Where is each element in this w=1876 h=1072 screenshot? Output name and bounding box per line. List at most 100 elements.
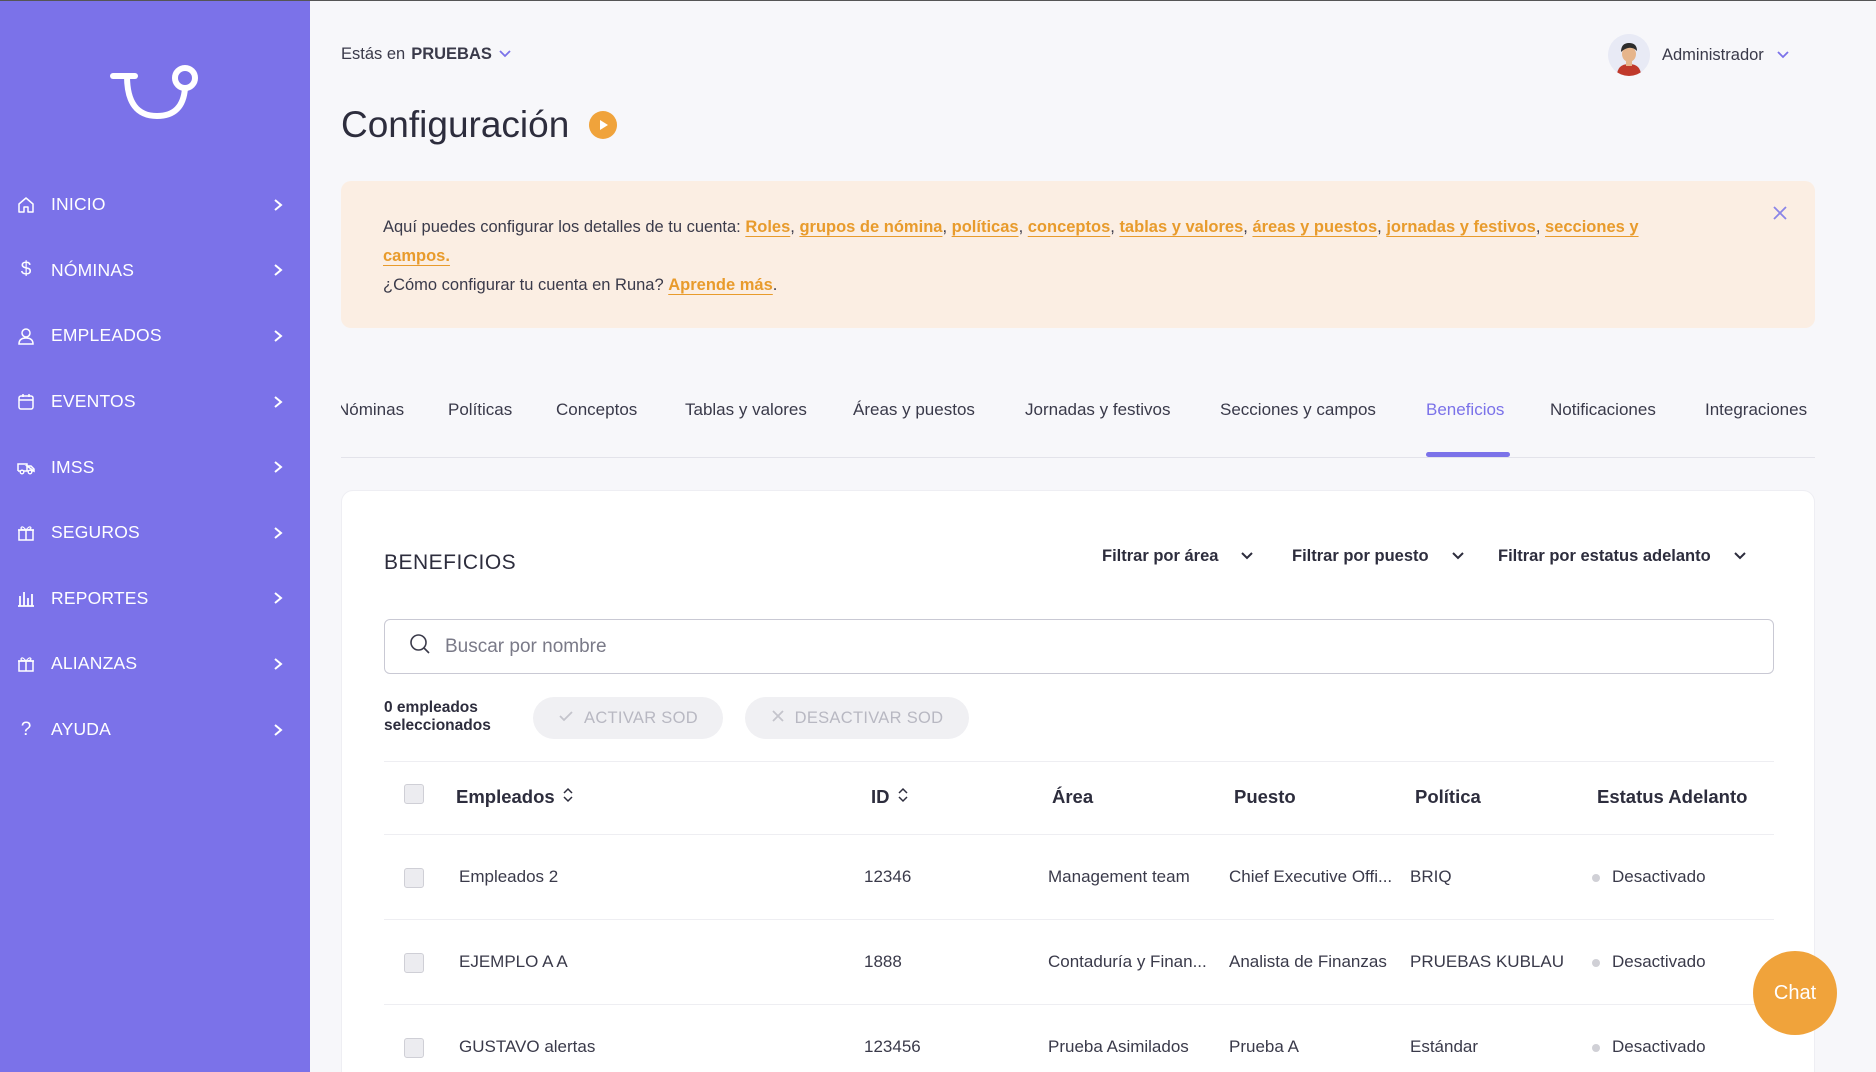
sidebar-item-nominas[interactable]: $ NÓMINAS [0, 238, 310, 304]
link-grupos-nomina[interactable]: grupos de nómina [799, 218, 942, 236]
sidebar-item-inicio[interactable]: INICIO [0, 172, 310, 238]
link-tablas-valores[interactable]: tablas y valores [1119, 218, 1243, 236]
sidebar-item-ayuda[interactable]: ? AYUDA [0, 697, 310, 763]
status-label: Desactivado [1612, 867, 1706, 886]
filter-area-dropdown[interactable]: Filtrar por área [1102, 547, 1254, 566]
sidebar-item-alianzas[interactable]: ALIANZAS [0, 631, 310, 697]
row-checkbox[interactable] [404, 953, 424, 973]
tab-tablas-valores[interactable]: Tablas y valores [685, 400, 807, 420]
close-icon[interactable] [1771, 203, 1789, 221]
calendar-icon [16, 392, 36, 412]
search-icon [409, 633, 431, 660]
tab-conceptos[interactable]: Conceptos [556, 400, 637, 420]
runa-logo[interactable] [105, 58, 205, 128]
section-title: BENEFICIOS [384, 551, 517, 574]
column-estatus-adelanto: Estatus Adelanto [1597, 786, 1748, 807]
sidebar: INICIO $ NÓMINAS EMPLEADOS EVENTOS IMSS … [0, 0, 310, 1072]
row-checkbox[interactable] [404, 868, 424, 888]
row-checkbox[interactable] [404, 1038, 424, 1058]
cell-politica: PRUEBAS KUBLAU [1410, 952, 1564, 971]
chevron-right-icon [271, 198, 285, 212]
sort-icon [563, 786, 573, 808]
sidebar-item-label: SEGUROS [51, 522, 140, 543]
user-menu[interactable]: Administrador [1608, 34, 1790, 76]
question-icon: ? [20, 718, 32, 740]
sidebar-item-imss[interactable]: IMSS [0, 434, 310, 500]
column-label: Empleados [456, 786, 555, 807]
info-notice: Aquí puedes configurar los detalles de t… [341, 181, 1815, 328]
link-politicas[interactable]: políticas [952, 218, 1019, 236]
notice-suffix: . [772, 276, 778, 294]
environment-selector[interactable]: Estás en PRUEBAS [341, 45, 512, 64]
chevron-down-icon [1733, 547, 1747, 566]
tab-jornadas-festivos[interactable]: Jornadas y festivos [1025, 400, 1171, 420]
status-dot [1592, 958, 1600, 967]
tab-secciones-campos[interactable]: Secciones y campos [1220, 400, 1376, 420]
main-content: Estás en PRUEBAS Administrador Configura… [310, 0, 1876, 1072]
chevron-right-icon [271, 460, 285, 474]
tab-areas-puestos[interactable]: Áreas y puestos [853, 400, 975, 420]
chevron-down-icon [1776, 46, 1790, 65]
filter-estatus-dropdown[interactable]: Filtrar por estatus adelanto [1498, 547, 1747, 566]
sidebar-item-reportes[interactable]: REPORTES [0, 566, 310, 632]
top-border [0, 0, 1876, 1]
sidebar-item-eventos[interactable]: EVENTOS [0, 369, 310, 435]
close-icon [771, 709, 785, 728]
sidebar-item-label: REPORTES [51, 587, 149, 608]
tab-beneficios[interactable]: Beneficios [1426, 400, 1504, 420]
play-video-icon[interactable] [589, 111, 618, 139]
tab-notificaciones[interactable]: Notificaciones [1550, 400, 1656, 420]
sidebar-item-label: NÓMINAS [51, 259, 135, 280]
deactivate-sod-button[interactable]: DESACTIVAR SOD [745, 697, 969, 739]
column-empleados[interactable]: Empleados [456, 786, 573, 808]
user-icon [16, 326, 36, 346]
chevron-right-icon [271, 263, 285, 277]
status-dot [1592, 1043, 1600, 1052]
cell-puesto: Prueba A [1229, 1037, 1299, 1056]
cell-employee-name[interactable]: Empleados 2 [459, 867, 558, 887]
activate-sod-button[interactable]: ACTIVAR SOD [533, 697, 723, 739]
cell-puesto: Chief Executive Offi... [1229, 867, 1393, 886]
cell-estatus: Desactivado [1592, 952, 1706, 972]
select-all-checkbox[interactable] [404, 784, 424, 804]
column-puesto: Puesto [1234, 786, 1296, 807]
activate-sod-label: ACTIVAR SOD [584, 708, 698, 727]
sidebar-item-empleados[interactable]: EMPLEADOS [0, 303, 310, 369]
cell-employee-name[interactable]: GUSTAVO alertas [459, 1037, 595, 1057]
link-areas-puestos[interactable]: áreas y puestos [1252, 218, 1377, 236]
sidebar-item-seguros[interactable]: SEGUROS [0, 500, 310, 566]
chevron-right-icon [271, 723, 285, 737]
column-id[interactable]: ID [871, 786, 908, 808]
tab-politicas[interactable]: Políticas [448, 400, 512, 420]
chevron-down-icon [1451, 547, 1465, 566]
status-label: Desactivado [1612, 1037, 1706, 1056]
link-roles[interactable]: Roles [745, 218, 790, 236]
search-input[interactable] [445, 635, 1645, 658]
table-header: Empleados ID Área Puesto Política Estatu… [384, 761, 1774, 835]
filter-puesto-dropdown[interactable]: Filtrar por puesto [1292, 547, 1465, 566]
chevron-down-icon [498, 45, 512, 64]
tab-integraciones[interactable]: Integraciones [1705, 400, 1807, 420]
sidebar-item-label: AYUDA [51, 719, 111, 740]
link-conceptos[interactable]: conceptos [1028, 218, 1111, 236]
chevron-right-icon [271, 329, 285, 343]
cell-id: 12346 [864, 867, 912, 886]
active-tab-indicator [1426, 452, 1510, 457]
cell-area: Contaduría y Finan... [1048, 952, 1207, 971]
chat-button[interactable]: Chat [1753, 951, 1837, 1035]
sidebar-item-label: EVENTOS [51, 391, 136, 412]
deactivate-sod-label: DESACTIVAR SOD [794, 708, 944, 727]
chevron-right-icon [271, 395, 285, 409]
page-title: Configuración [341, 104, 618, 146]
filter-label: Filtrar por área [1102, 547, 1219, 565]
link-jornadas-festivos[interactable]: jornadas y festivos [1386, 218, 1535, 236]
table-row: GUSTAVO alertas 123456 Prueba Asimilados… [384, 1005, 1774, 1072]
gift-icon [16, 654, 36, 674]
sort-icon [897, 786, 908, 808]
link-aprende-mas[interactable]: Aprende más [668, 276, 773, 294]
sidebar-item-label: EMPLEADOS [51, 325, 162, 346]
tab-nominas[interactable]: Nóminas [341, 400, 404, 420]
search-box [384, 619, 1774, 674]
filter-label: Filtrar por estatus adelanto [1498, 547, 1711, 565]
cell-employee-name[interactable]: EJEMPLO A A [459, 952, 568, 972]
